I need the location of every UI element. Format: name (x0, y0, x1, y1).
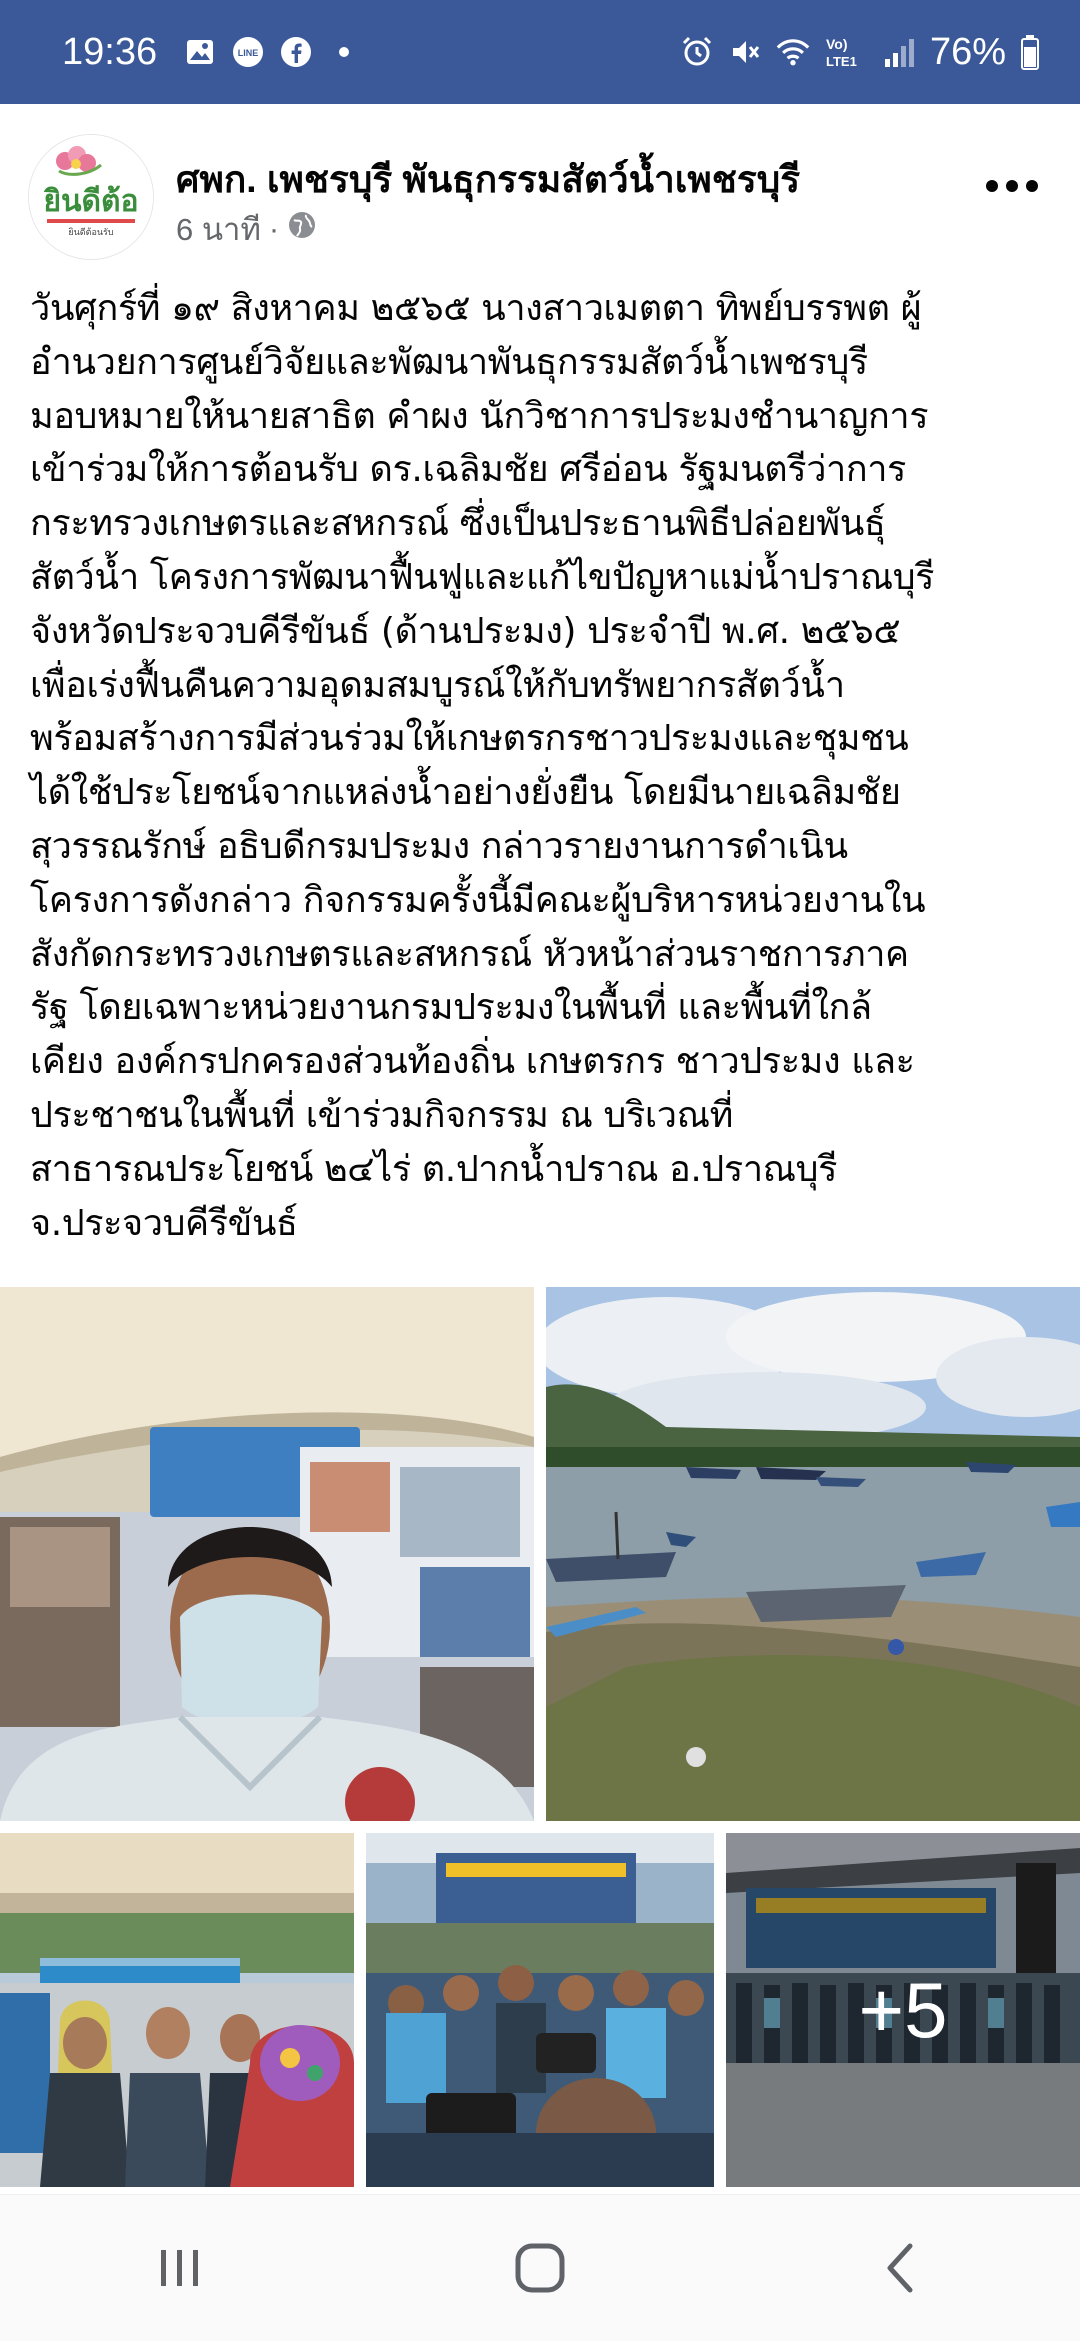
post-text-line: จ.ประจวบคีรีขันธ์ (30, 1202, 298, 1244)
line-app-icon: LINE (231, 35, 265, 69)
home-icon (515, 2243, 565, 2293)
recent-apps-button[interactable] (120, 2208, 240, 2328)
post-text-line: อำนวยการศูนย์วิจัยและพัฒนาพันธุกรรมสัตว์… (30, 341, 868, 383)
post-text-line: สังกัดกระทรวงเกษตรและสหกรณ์ หัวหน้าส่วนร… (30, 933, 909, 975)
alarm-icon (680, 35, 714, 69)
battery-level: 76% (929, 30, 1006, 73)
svg-text:LINE: LINE (238, 48, 259, 58)
post-text-line: กระทรวงเกษตรและสหกรณ์ ซึ่งเป็นประธานพิธี… (30, 503, 886, 545)
post-text-line: รัฐ โดยเฉพาะหน่วยงานกรมประมงในพื้นที่ แล… (30, 987, 872, 1029)
post-time[interactable]: 6 นาที (176, 204, 261, 254)
dot-icon (327, 35, 361, 69)
system-nav-bar (0, 2194, 1080, 2341)
page-avatar[interactable]: ยินดีต้อ ยินดีต้อนรับ (28, 134, 154, 260)
post-text-line: จังหวัดประจวบคีรีขันธ์ (ด้านประมง) ประจำ… (30, 610, 901, 652)
battery-icon (1020, 35, 1040, 70)
back-icon (887, 2243, 913, 2293)
status-bar-right: Vo) LTE1 76% (680, 31, 1040, 74)
post-photo-4[interactable] (366, 1833, 714, 2187)
post-text-line: พร้อมสร้างการมีส่วนร่วมให้เกษตรกรชาวประม… (30, 718, 909, 760)
post-meta: 6 นาที · (176, 204, 317, 254)
gallery-icon (183, 35, 217, 69)
post-photo-1[interactable] (0, 1287, 534, 1821)
status-time: 19:36 (62, 30, 158, 73)
post-photo-3[interactable] (0, 1833, 354, 2187)
page-name[interactable]: ศพก. เพชรบุรี พันธุกรรมสัตว์น้ำเพชรบุรี (176, 150, 800, 209)
recent-apps-icon (161, 2250, 198, 2286)
meta-separator: · (268, 211, 280, 246)
back-button[interactable] (840, 2208, 960, 2328)
post-text-line: เข้าร่วมให้การต้อนรับ ดร.เฉลิมชัย ศรีอ่อ… (30, 449, 906, 491)
post-text-line: เคียง องค์กรปกครองส่วนท้องถิ่น เกษตรกร ช… (30, 1041, 915, 1083)
post-text-line: มอบหมายให้นายสาธิต คำผง นักวิชาการประมงช… (30, 395, 929, 437)
mute-icon (728, 35, 762, 69)
post-text-line: สุวรรณรักษ์ อธิบดีกรมประมง กล่าวรายงานกา… (30, 825, 848, 867)
home-button[interactable] (480, 2208, 600, 2328)
post-text-line: ประชาชนในพื้นที่ เข้าร่วมกิจกรรม ณ บริเว… (30, 1094, 733, 1136)
more-photos-count[interactable]: +5 (726, 1833, 1080, 2187)
facebook-icon (279, 35, 313, 69)
post-text-line: สาธารณประโยชน์ ๒๔ไร่ ต.ปากน้ำปราณ อ.ปราณ… (30, 1148, 838, 1190)
svg-text:Vo): Vo) (826, 36, 848, 52)
signal-icon (882, 35, 916, 69)
post-header: ยินดีต้อ ยินดีต้อนรับ ศพก. เพชรบุรี พันธ… (0, 104, 1080, 264)
post-text-line: เพื่อเร่งฟื้นคืนความอุดมสมบูรณ์ให้กับทรั… (30, 664, 845, 706)
post-text-line: ได้ใช้ประโยชน์จากแหล่งน้ำอย่างยั่งยืน โด… (30, 772, 901, 814)
logo-subtext: ยินดีต้อนรับ (68, 227, 114, 238)
post-photo-2[interactable] (546, 1287, 1080, 1821)
svg-text:LTE1: LTE1 (826, 54, 857, 69)
post-text-line: สัตว์น้ำ โครงการพัฒนาฟื้นฟูและแก้ไขปัญหา… (30, 556, 935, 598)
wifi-icon (776, 35, 810, 69)
logo-wordmark: ยินดีต้อ (43, 184, 139, 219)
post-text-line: วันศุกร์ที่ ๑๙ สิงหาคม ๒๕๖๕ นางสาวเมตตา … (30, 288, 922, 329)
post-photo-5[interactable]: +5 (726, 1833, 1080, 2187)
globe-icon (287, 210, 317, 248)
post-text: วันศุกร์ที่ ๑๙ สิงหาคม ๒๕๖๕ นางสาวเมตตา … (30, 282, 1060, 1250)
post-text-line: โครงการดังกล่าว กิจกรรมครั้งนี้มีคณะผู้บ… (30, 879, 926, 921)
more-options-button[interactable] (980, 156, 1044, 216)
volte-icon: Vo) LTE1 (824, 35, 868, 69)
status-bar-left: 19:36 LINE (62, 31, 361, 74)
status-bar: 19:36 LINE Vo) LTE1 76% (0, 0, 1080, 104)
